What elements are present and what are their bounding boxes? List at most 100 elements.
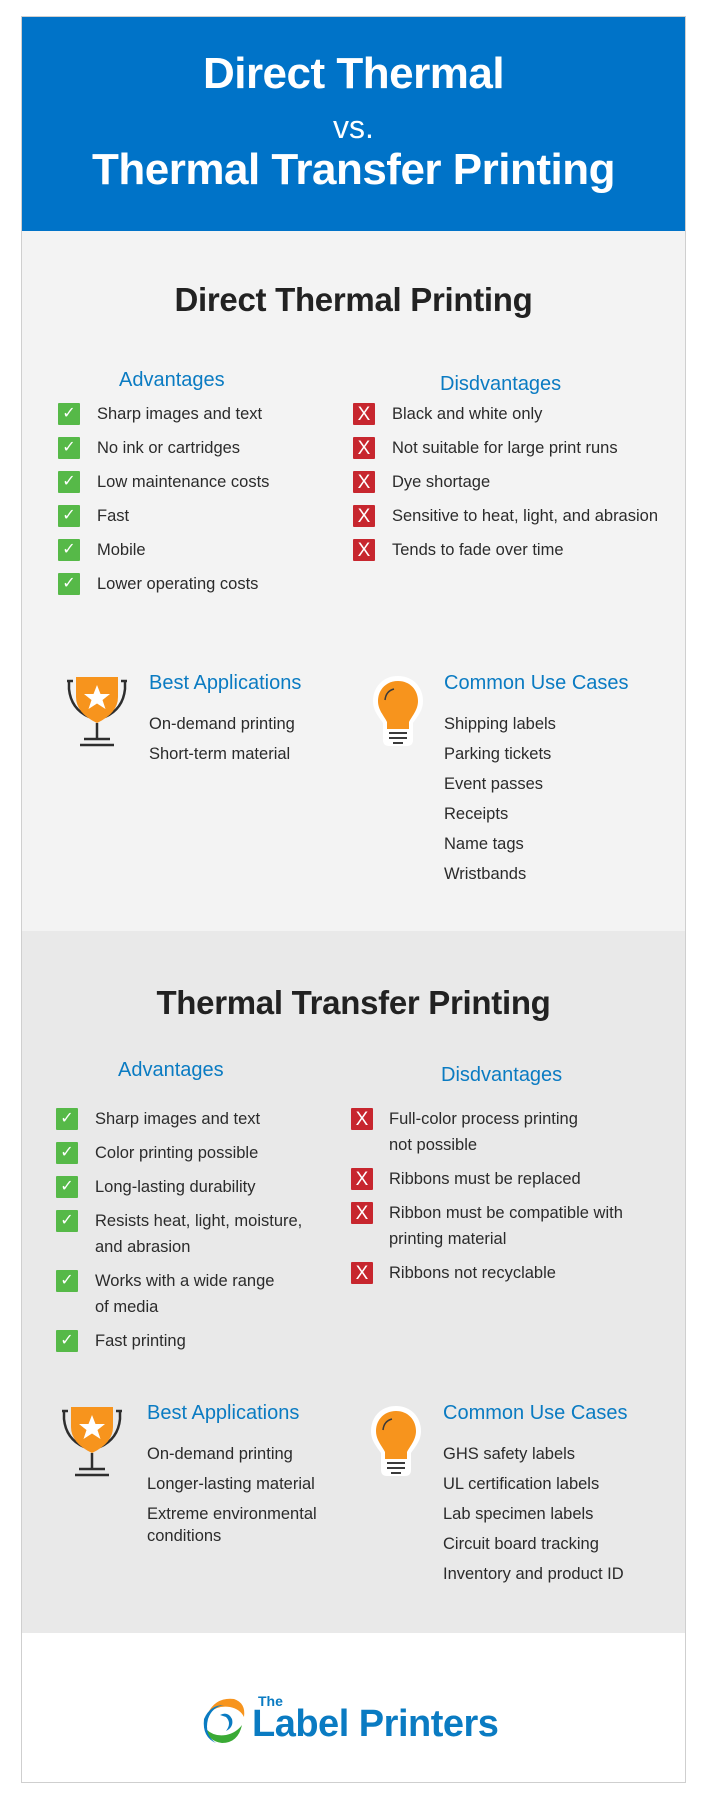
use-case-item: Inventory and product ID xyxy=(443,1565,624,1583)
best-application-item: On-demand printing xyxy=(147,1445,293,1463)
advantage-item: ✓ Fast printing xyxy=(56,1330,186,1354)
disadvantage-text: Dye shortage xyxy=(392,473,491,491)
disadvantage-text: Ribbons must be replaced xyxy=(389,1170,581,1188)
use-cases-heading: Common Use Cases xyxy=(444,672,629,694)
check-icon: ✓ xyxy=(56,1108,78,1130)
advantage-text: Sharp images and text xyxy=(97,405,263,423)
advantage-text: Mobile xyxy=(97,541,146,559)
section-title: Thermal Transfer Printing xyxy=(156,984,551,1021)
x-icon: X xyxy=(351,1108,373,1130)
lightbulb-icon xyxy=(373,676,423,746)
advantage-text: Fast printing xyxy=(95,1332,186,1350)
section-title: Direct Thermal Printing xyxy=(174,281,533,318)
disadvantage-item: X Tends to fade over time xyxy=(353,539,564,563)
use-case-item: GHS safety labels xyxy=(443,1445,576,1463)
check-icon: ✓ xyxy=(56,1270,78,1292)
disadvantage-item: X Ribbon must be compatible with printin… xyxy=(351,1202,639,1252)
brand-logo[interactable]: The Label Printers xyxy=(200,1693,530,1749)
disadvantage-item: X Ribbons not recyclable xyxy=(351,1262,556,1286)
infographic-frame: Direct Thermal vs. Thermal Transfer Prin… xyxy=(21,16,686,1783)
disadvantage-text: Black and white only xyxy=(392,405,543,423)
hero-vs: vs. xyxy=(333,109,374,145)
use-case-item: Parking tickets xyxy=(444,745,552,763)
disadvantage-item: X Dye shortage xyxy=(353,471,490,495)
use-cases-heading: Common Use Cases xyxy=(443,1402,628,1424)
best-applications-heading: Best Applications xyxy=(147,1402,300,1424)
direct-thermal-section: Direct Thermal Printing Advantages Disdv… xyxy=(22,231,685,931)
x-icon: X xyxy=(353,437,375,459)
use-case-item: Name tags xyxy=(444,835,524,853)
disadvantage-text: Not suitable for large print runs xyxy=(392,439,618,457)
advantage-text: Long-lasting durability xyxy=(95,1178,256,1196)
disadvantage-item: X Ribbons must be replaced xyxy=(351,1168,581,1192)
hero-title-line2: Thermal Transfer Printing xyxy=(92,145,615,194)
advantage-item: ✓ Lower operating costs xyxy=(58,573,258,597)
swirl-logo-icon xyxy=(203,1698,245,1743)
advantage-text: Lower operating costs xyxy=(97,575,259,593)
best-application-item: Short-term material xyxy=(149,745,291,763)
x-icon: X xyxy=(353,539,375,561)
advantage-item: ✓ Long-lasting durability xyxy=(56,1176,256,1200)
advantage-text: No ink or cartridges xyxy=(97,439,241,457)
check-icon: ✓ xyxy=(56,1142,78,1164)
advantage-text: Color printing possible xyxy=(95,1144,259,1162)
x-icon: X xyxy=(351,1202,373,1224)
check-icon: ✓ xyxy=(56,1176,78,1198)
best-application-item: On-demand printing xyxy=(149,715,295,733)
use-case-item: Shipping labels xyxy=(444,715,556,733)
disadvantages-heading: Disdvantages xyxy=(440,373,562,395)
advantage-item: ✓ Color printing possible xyxy=(56,1142,258,1166)
disadvantage-item: X Black and white only xyxy=(353,403,542,427)
advantage-item: ✓ No ink or cartridges xyxy=(58,437,240,461)
check-icon: ✓ xyxy=(58,573,80,595)
use-case-item: Wristbands xyxy=(444,865,527,883)
check-icon: ✓ xyxy=(56,1330,78,1352)
disadvantage-text: Tends to fade over time xyxy=(392,541,564,559)
advantage-text: Low maintenance costs xyxy=(97,473,270,491)
advantage-text: Works with a wide range of media xyxy=(95,1272,275,1316)
x-icon: X xyxy=(351,1262,373,1284)
disadvantage-text: Sensitive to heat, light, and abrasion xyxy=(392,507,659,525)
x-icon: X xyxy=(353,403,375,425)
check-icon: ✓ xyxy=(58,505,80,527)
check-icon: ✓ xyxy=(58,471,80,493)
lightbulb-icon xyxy=(371,1406,421,1476)
hero-title-line1: Direct Thermal xyxy=(202,49,505,98)
logo-name-text: Label Printers xyxy=(252,1703,499,1745)
use-case-item: Event passes xyxy=(444,775,544,793)
advantage-item: ✓ Low maintenance costs xyxy=(58,471,269,495)
check-icon: ✓ xyxy=(56,1210,78,1232)
disadvantage-item: X Sensitive to heat, light, and abrasion xyxy=(353,505,658,529)
advantage-item: ✓ Works with a wide range of media xyxy=(56,1270,285,1320)
advantage-item: ✓ Sharp images and text xyxy=(58,403,262,427)
x-icon: X xyxy=(351,1168,373,1190)
disadvantage-text: Ribbons not recyclable xyxy=(389,1264,556,1282)
advantages-heading: Advantages xyxy=(118,1059,224,1081)
disadvantage-text: Full-color process printing not possible xyxy=(389,1110,578,1154)
disadvantage-item: X Not suitable for large print runs xyxy=(353,437,618,461)
footer: The Label Printers xyxy=(22,1633,685,1782)
hero-header: Direct Thermal vs. Thermal Transfer Prin… xyxy=(22,17,685,231)
x-icon: X xyxy=(353,471,375,493)
disadvantage-item: X Full-color process printing not possib… xyxy=(351,1108,589,1158)
advantage-item: ✓ Mobile xyxy=(58,539,146,563)
use-case-item: Lab specimen labels xyxy=(443,1505,594,1523)
check-icon: ✓ xyxy=(58,403,80,425)
use-case-item: Circuit board tracking xyxy=(443,1535,599,1553)
use-case-item: UL certification labels xyxy=(443,1475,600,1493)
advantage-item: ✓ Resists heat, light, moisture, and abr… xyxy=(56,1210,315,1260)
best-application-item: Extreme environmental conditions xyxy=(147,1505,317,1545)
advantage-text: Fast xyxy=(97,507,130,525)
use-case-item: Receipts xyxy=(444,805,509,823)
check-icon: ✓ xyxy=(58,539,80,561)
thermal-transfer-section: Thermal Transfer Printing Advantages Dis… xyxy=(22,931,685,1633)
advantage-text: Sharp images and text xyxy=(95,1110,261,1128)
trophy-icon xyxy=(62,1407,122,1477)
advantage-text: Resists heat, light, moisture, and abras… xyxy=(95,1212,303,1256)
best-application-item: Longer-lasting material xyxy=(147,1475,315,1493)
advantage-item: ✓ Fast xyxy=(58,505,129,529)
advantage-item: ✓ Sharp images and text xyxy=(56,1108,260,1132)
disadvantages-heading: Disdvantages xyxy=(441,1064,563,1086)
disadvantage-text: Ribbon must be compatible with printing … xyxy=(389,1204,623,1248)
best-applications-heading: Best Applications xyxy=(149,672,302,694)
